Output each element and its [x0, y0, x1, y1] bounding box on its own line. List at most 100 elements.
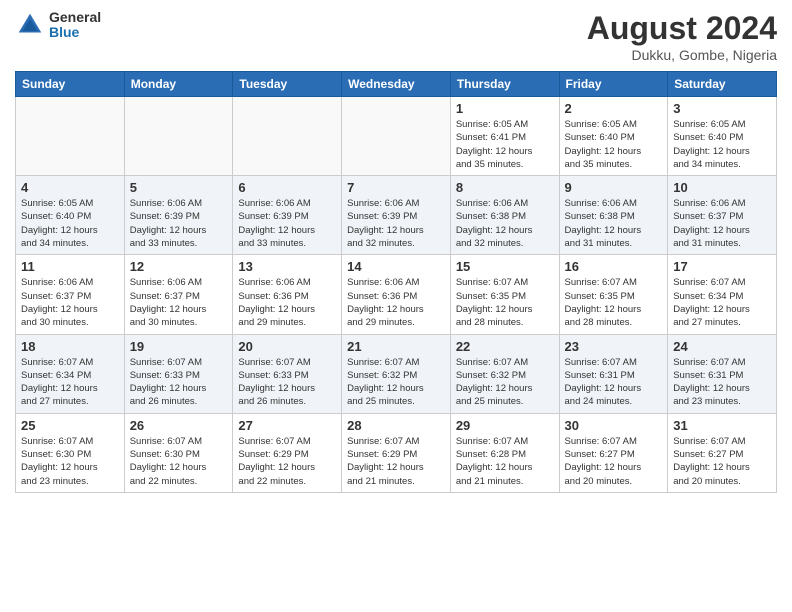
- location: Dukku, Gombe, Nigeria: [587, 47, 777, 63]
- day-info: Sunrise: 6:07 AM Sunset: 6:30 PM Dayligh…: [21, 435, 119, 488]
- day-number: 6: [238, 180, 336, 195]
- day-number: 12: [130, 259, 228, 274]
- day-info: Sunrise: 6:05 AM Sunset: 6:41 PM Dayligh…: [456, 118, 554, 171]
- table-row: [233, 97, 342, 176]
- day-info: Sunrise: 6:07 AM Sunset: 6:33 PM Dayligh…: [130, 356, 228, 409]
- day-info: Sunrise: 6:06 AM Sunset: 6:39 PM Dayligh…: [130, 197, 228, 250]
- table-row: 22Sunrise: 6:07 AM Sunset: 6:32 PM Dayli…: [450, 334, 559, 413]
- table-row: [16, 97, 125, 176]
- day-info: Sunrise: 6:06 AM Sunset: 6:38 PM Dayligh…: [565, 197, 663, 250]
- table-row: 27Sunrise: 6:07 AM Sunset: 6:29 PM Dayli…: [233, 413, 342, 492]
- day-info: Sunrise: 6:06 AM Sunset: 6:39 PM Dayligh…: [347, 197, 445, 250]
- day-number: 16: [565, 259, 663, 274]
- day-info: Sunrise: 6:06 AM Sunset: 6:38 PM Dayligh…: [456, 197, 554, 250]
- page-container: General Blue August 2024 Dukku, Gombe, N…: [0, 0, 792, 503]
- table-row: 28 Sunrise: 6:07 AM Sunset: 6:29 PM Dayli…: [342, 413, 451, 492]
- calendar: Sunday Monday Tuesday Wednesday Thursday…: [15, 71, 777, 493]
- day-info: Sunrise: 6:06 AM Sunset: 6:39 PM Dayligh…: [238, 197, 336, 250]
- day-info: Sunrise: 6:07 AM Sunset: 6:31 PM Dayligh…: [565, 356, 663, 409]
- table-row: 17 Sunrise: 6:07 AM Sunset: 6:34 PM Dayli…: [668, 255, 777, 334]
- day-info: Sunrise: 6:06 AM Sunset: 6:37 PM Dayligh…: [130, 276, 228, 329]
- day-number: 23: [565, 339, 663, 354]
- day-number: 10: [673, 180, 771, 195]
- table-row: 1 Sunrise: 6:05 AM Sunset: 6:41 PM Daylig…: [450, 97, 559, 176]
- day-number: 24: [673, 339, 771, 354]
- day-info: Sunrise: 6:05 AM Sunset: 6:40 PM Dayligh…: [673, 118, 771, 171]
- month-year: August 2024: [587, 10, 777, 47]
- day-info: Sunrise: 6:07 AM Sunset: 6:30 PM Dayligh…: [130, 435, 228, 488]
- day-number: 8: [456, 180, 554, 195]
- day-info: Sunrise: 6:07 AM Sunset: 6:27 PM Dayligh…: [565, 435, 663, 488]
- title-block: August 2024 Dukku, Gombe, Nigeria: [587, 10, 777, 63]
- day-info: Sunrise: 6:07 AM Sunset: 6:28 PM Dayligh…: [456, 435, 554, 488]
- day-number: 29: [456, 418, 554, 433]
- table-row: 7 Sunrise: 6:06 AM Sunset: 6:39 PM Daylig…: [342, 176, 451, 255]
- day-info: Sunrise: 6:07 AM Sunset: 6:27 PM Dayligh…: [673, 435, 771, 488]
- table-row: 5Sunrise: 6:06 AM Sunset: 6:39 PM Daylig…: [124, 176, 233, 255]
- day-info: Sunrise: 6:07 AM Sunset: 6:31 PM Dayligh…: [673, 356, 771, 409]
- table-row: 20Sunrise: 6:07 AM Sunset: 6:33 PM Dayli…: [233, 334, 342, 413]
- day-number: 2: [565, 101, 663, 116]
- day-info: Sunrise: 6:07 AM Sunset: 6:32 PM Dayligh…: [347, 356, 445, 409]
- logo-text: General Blue: [49, 10, 101, 41]
- table-row: 16Sunrise: 6:07 AM Sunset: 6:35 PM Dayli…: [559, 255, 668, 334]
- day-number: 27: [238, 418, 336, 433]
- day-number: 3: [673, 101, 771, 116]
- calendar-week-row: 4Sunrise: 6:05 AM Sunset: 6:40 PM Daylig…: [16, 176, 777, 255]
- day-number: 26: [130, 418, 228, 433]
- table-row: 12 Sunrise: 6:06 AM Sunset: 6:37 PM Dayli…: [124, 255, 233, 334]
- day-number: 19: [130, 339, 228, 354]
- table-row: 24 Sunrise: 6:07 AM Sunset: 6:31 PM Dayli…: [668, 334, 777, 413]
- table-row: 30 Sunrise: 6:07 AM Sunset: 6:27 PM Dayli…: [559, 413, 668, 492]
- day-number: 9: [565, 180, 663, 195]
- table-row: 26 Sunrise: 6:07 AM Sunset: 6:30 PM Dayli…: [124, 413, 233, 492]
- table-row: 14Sunrise: 6:06 AM Sunset: 6:36 PM Dayli…: [342, 255, 451, 334]
- col-saturday: Saturday: [668, 72, 777, 97]
- table-row: 15Sunrise: 6:07 AM Sunset: 6:35 PM Dayli…: [450, 255, 559, 334]
- col-monday: Monday: [124, 72, 233, 97]
- table-row: 4Sunrise: 6:05 AM Sunset: 6:40 PM Daylig…: [16, 176, 125, 255]
- col-tuesday: Tuesday: [233, 72, 342, 97]
- col-wednesday: Wednesday: [342, 72, 451, 97]
- table-row: 29 Sunrise: 6:07 AM Sunset: 6:28 PM Dayli…: [450, 413, 559, 492]
- day-number: 28: [347, 418, 445, 433]
- day-number: 20: [238, 339, 336, 354]
- day-info: Sunrise: 6:07 AM Sunset: 6:29 PM Dayligh…: [347, 435, 445, 488]
- day-info: Sunrise: 6:07 AM Sunset: 6:34 PM Dayligh…: [673, 276, 771, 329]
- day-number: 30: [565, 418, 663, 433]
- day-info: Sunrise: 6:06 AM Sunset: 6:37 PM Dayligh…: [673, 197, 771, 250]
- table-row: 9 Sunrise: 6:06 AM Sunset: 6:38 PM Daylig…: [559, 176, 668, 255]
- header: General Blue August 2024 Dukku, Gombe, N…: [15, 10, 777, 63]
- table-row: 3 Sunrise: 6:05 AM Sunset: 6:40 PM Daylig…: [668, 97, 777, 176]
- table-row: 10 Sunrise: 6:06 AM Sunset: 6:37 PM Dayli…: [668, 176, 777, 255]
- calendar-week-row: 1 Sunrise: 6:05 AM Sunset: 6:41 PM Daylig…: [16, 97, 777, 176]
- table-row: 8 Sunrise: 6:06 AM Sunset: 6:38 PM Daylig…: [450, 176, 559, 255]
- day-number: 4: [21, 180, 119, 195]
- day-number: 31: [673, 418, 771, 433]
- table-row: 19 Sunrise: 6:07 AM Sunset: 6:33 PM Dayli…: [124, 334, 233, 413]
- table-row: 11Sunrise: 6:06 AM Sunset: 6:37 PM Dayli…: [16, 255, 125, 334]
- day-info: Sunrise: 6:06 AM Sunset: 6:36 PM Dayligh…: [238, 276, 336, 329]
- day-number: 7: [347, 180, 445, 195]
- day-number: 13: [238, 259, 336, 274]
- table-row: 23 Sunrise: 6:07 AM Sunset: 6:31 PM Dayli…: [559, 334, 668, 413]
- table-row: [124, 97, 233, 176]
- col-thursday: Thursday: [450, 72, 559, 97]
- table-row: 18Sunrise: 6:07 AM Sunset: 6:34 PM Dayli…: [16, 334, 125, 413]
- day-number: 17: [673, 259, 771, 274]
- calendar-header-row: Sunday Monday Tuesday Wednesday Thursday…: [16, 72, 777, 97]
- logo-icon: [15, 10, 45, 40]
- day-number: 25: [21, 418, 119, 433]
- table-row: 13 Sunrise: 6:06 AM Sunset: 6:36 PM Dayli…: [233, 255, 342, 334]
- calendar-week-row: 25 Sunrise: 6:07 AM Sunset: 6:30 PM Dayli…: [16, 413, 777, 492]
- day-info: Sunrise: 6:07 AM Sunset: 6:32 PM Dayligh…: [456, 356, 554, 409]
- day-number: 18: [21, 339, 119, 354]
- logo-blue: Blue: [49, 25, 101, 40]
- day-number: 14: [347, 259, 445, 274]
- day-number: 1: [456, 101, 554, 116]
- table-row: 31 Sunrise: 6:07 AM Sunset: 6:27 PM Dayli…: [668, 413, 777, 492]
- logo: General Blue: [15, 10, 101, 41]
- logo-general: General: [49, 10, 101, 25]
- table-row: 2Sunrise: 6:05 AM Sunset: 6:40 PM Daylig…: [559, 97, 668, 176]
- table-row: [342, 97, 451, 176]
